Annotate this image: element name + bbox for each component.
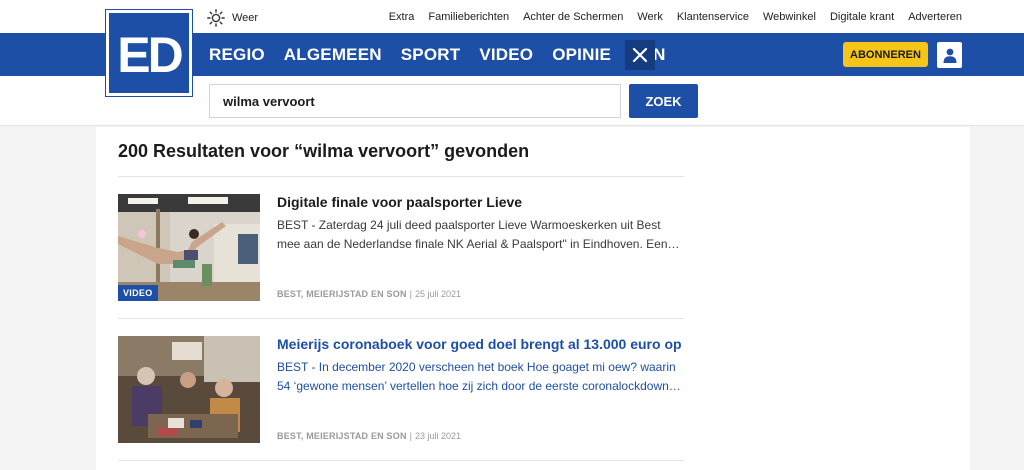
top-link-familieberichten[interactable]: Familieberichten bbox=[428, 11, 509, 23]
search-input[interactable] bbox=[209, 84, 621, 118]
results-heading: 200 Resultaten voor “wilma vervoort” gev… bbox=[118, 141, 530, 161]
result-location: BEST, MEIERIJSTAD EN SON bbox=[277, 289, 407, 299]
top-link-digitale-krant[interactable]: Digitale krant bbox=[830, 11, 894, 23]
logo-text: ED bbox=[117, 27, 183, 83]
nav-item-video[interactable]: VIDEO bbox=[479, 45, 533, 65]
video-badge: VIDEO bbox=[118, 285, 158, 301]
search-close-button[interactable] bbox=[625, 40, 655, 70]
top-link-extra[interactable]: Extra bbox=[389, 11, 415, 23]
top-link-klantenservice[interactable]: Klantenservice bbox=[677, 11, 749, 23]
result-summary: BEST - Zaterdag 24 juli deed paalsporter… bbox=[277, 218, 680, 251]
top-links: Extra Familieberichten Achter de Scherme… bbox=[375, 11, 962, 23]
result-title[interactable]: Digitale finale voor paalsporter Lieve bbox=[277, 194, 522, 210]
nav-item-regio[interactable]: REGIO bbox=[209, 45, 265, 65]
nav-item-opinie[interactable]: OPINIE bbox=[552, 45, 611, 65]
close-icon bbox=[632, 47, 648, 63]
result-date: 25 juli 2021 bbox=[415, 289, 462, 299]
meta-separator: | bbox=[409, 289, 412, 299]
result-location: BEST, MEIERIJSTAD EN SON bbox=[277, 431, 407, 441]
site-logo[interactable]: ED bbox=[105, 9, 193, 97]
book-group-photo bbox=[118, 336, 260, 443]
top-link-werk[interactable]: Werk bbox=[637, 11, 662, 23]
top-link-achter-de-schermen[interactable]: Achter de Schermen bbox=[523, 11, 623, 23]
divider bbox=[118, 460, 684, 461]
account-button[interactable] bbox=[937, 42, 962, 68]
nav-item-sport[interactable]: SPORT bbox=[401, 45, 461, 65]
result-date: 23 juli 2021 bbox=[415, 431, 462, 441]
result-item: VIDEO Digitale finale voor paalsporter L… bbox=[118, 194, 684, 304]
result-summary: BEST - In december 2020 verscheen het bo… bbox=[277, 360, 681, 393]
top-link-webwinkel[interactable]: Webwinkel bbox=[763, 11, 816, 23]
result-thumbnail[interactable]: VIDEO bbox=[118, 194, 260, 301]
result-meta: BEST, MEIERIJSTAD EN SON | 25 juli 2021 bbox=[277, 289, 461, 299]
top-link-adverteren[interactable]: Adverteren bbox=[908, 11, 962, 23]
divider bbox=[118, 176, 684, 177]
subscribe-button[interactable]: ABONNEREN bbox=[843, 42, 928, 67]
sun-icon bbox=[207, 9, 225, 27]
result-meta: BEST, MEIERIJSTAD EN SON | 23 juli 2021 bbox=[277, 431, 461, 441]
nav-item-algemeen[interactable]: ALGEMEEN bbox=[284, 45, 382, 65]
nav-items: REGIO ALGEMEEN SPORT VIDEO OPINIE FUN bbox=[209, 33, 685, 76]
result-title[interactable]: Meierijs coronaboek voor goed doel breng… bbox=[277, 336, 682, 352]
meta-separator: | bbox=[409, 431, 412, 441]
weather-link[interactable]: Weer bbox=[207, 9, 258, 27]
results-panel: 200 Resultaten voor “wilma vervoort” gev… bbox=[96, 127, 970, 470]
search-button[interactable]: ZOEK bbox=[629, 84, 698, 118]
weather-label: Weer bbox=[232, 12, 259, 24]
result-item: Meierijs coronaboek voor goed doel breng… bbox=[118, 336, 684, 446]
divider bbox=[118, 318, 684, 319]
user-icon bbox=[943, 48, 956, 63]
result-thumbnail[interactable] bbox=[118, 336, 260, 443]
